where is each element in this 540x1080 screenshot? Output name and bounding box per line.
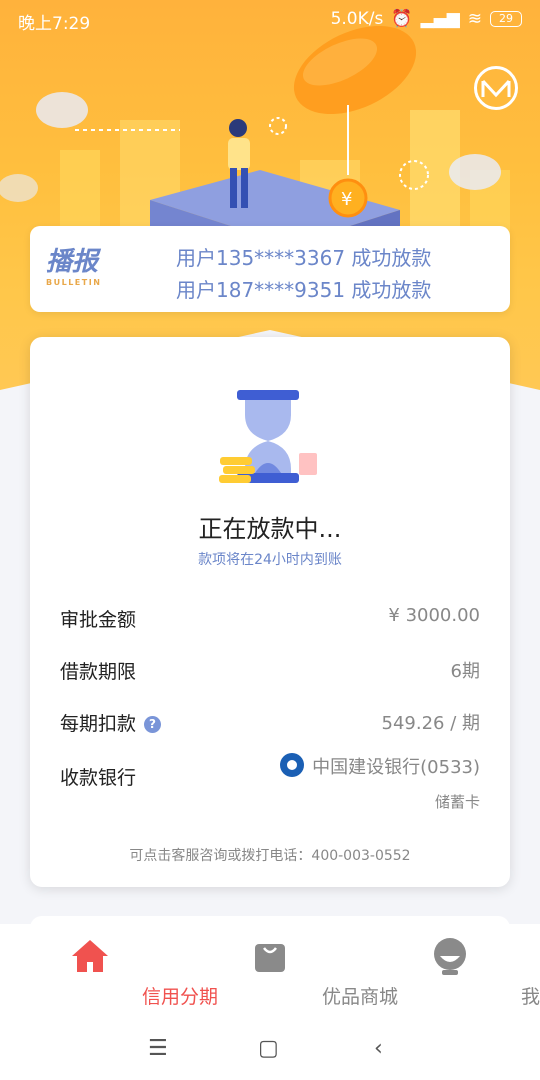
bulletin-title: 播报	[46, 247, 99, 277]
installment-row: 每期扣款? 549.26 / 期	[60, 709, 480, 739]
bulletin-logo: 播报 BULLETIN	[46, 248, 101, 287]
customer-service-note[interactable]: 可点击客服咨询或拨打电话：400-003-0552	[30, 845, 510, 865]
tab-shop[interactable]: 优品商城	[180, 924, 398, 1020]
home-icon	[72, 940, 108, 972]
profile-icon	[434, 938, 466, 975]
bank-logo-icon	[280, 753, 305, 777]
bank-value-group: 中国建设银行(0533)	[280, 753, 480, 779]
term-row: 借款期限 6期	[60, 657, 480, 687]
shopping-bag-icon	[255, 944, 285, 972]
status-bar: 晚上7:29 5.0K/s ⏰ ▂▄▆ ≋ 29	[0, 0, 540, 40]
bulletin-subtitle: BULLETIN	[46, 278, 102, 287]
help-icon[interactable]: ?	[144, 716, 162, 733]
amount-label: 审批金额	[60, 609, 137, 631]
wifi-icon: ≋	[467, 9, 482, 29]
bank-value: 中国建设银行(0533)	[312, 757, 480, 778]
status-time: 晚上7:29	[18, 14, 91, 34]
network-speed: 5.0K/s	[330, 9, 384, 29]
term-value: 6期	[450, 661, 480, 682]
tab-mine[interactable]: 我的	[360, 924, 540, 1020]
alarm-icon: ⏰	[391, 9, 413, 29]
signal-icon: ▂▄▆	[420, 9, 460, 29]
status-icons: 5.0K/s ⏰ ▂▄▆ ≋ 29	[331, 9, 522, 29]
bank-label: 收款银行	[60, 767, 137, 789]
home-square-icon[interactable]: ▢	[258, 1036, 279, 1061]
svg-text:¥: ¥	[341, 189, 352, 210]
loan-status-card: 正在放款中... 款项将在24小时内到账 审批金额 ¥ 3000.00 借款期限…	[30, 337, 510, 887]
bottom-tab-bar: 信用分期 优品商城 我的	[0, 924, 540, 1020]
system-nav-bar: ☰ ▢ ‹	[0, 1020, 540, 1080]
bank-card-type: 储蓄卡	[434, 793, 480, 811]
tab-credit-installment[interactable]: 信用分期	[0, 924, 218, 1020]
term-label: 借款期限	[60, 661, 137, 683]
back-icon[interactable]: ‹	[374, 1036, 383, 1061]
amount-value: ¥ 3000.00	[388, 605, 480, 626]
battery-icon: 29	[490, 11, 522, 27]
bulletin-messages: 用户135****3367 成功放款 用户187****9351 成功放款	[176, 242, 431, 306]
bank-row: 收款银行 中国建设银行(0533) 储蓄卡	[60, 753, 480, 817]
installment-label-group: 每期扣款?	[60, 709, 162, 736]
tab-label: 我的	[520, 986, 540, 1008]
brand-logo-icon[interactable]	[474, 66, 518, 110]
hourglass-icon	[219, 390, 317, 483]
installment-value: 549.26 / 期	[381, 713, 481, 734]
status-subtitle: 款项将在24小时内到账	[198, 552, 342, 568]
menu-icon[interactable]: ☰	[148, 1036, 168, 1061]
bulletin-line: 用户187****9351 成功放款	[176, 278, 432, 302]
bulletin-card: 播报 BULLETIN 用户135****3367 成功放款 用户187****…	[30, 226, 510, 312]
installment-label: 每期扣款	[60, 713, 137, 735]
bulletin-line: 用户135****3367 成功放款	[176, 246, 432, 270]
status-title: 正在放款中...	[198, 515, 342, 543]
amount-row: 审批金额 ¥ 3000.00	[60, 605, 480, 635]
